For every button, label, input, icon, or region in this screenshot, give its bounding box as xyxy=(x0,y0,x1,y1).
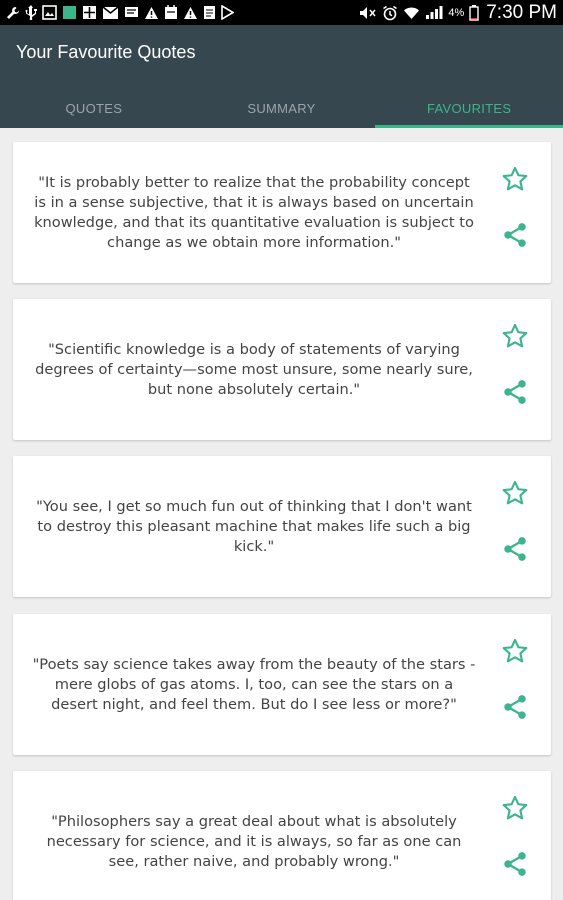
star-outline-icon xyxy=(502,795,528,820)
message-icon xyxy=(124,6,139,20)
warning-icon xyxy=(144,6,159,20)
wrench-icon xyxy=(6,6,20,20)
share-icon xyxy=(504,852,526,876)
tab-quotes[interactable]: QUOTES xyxy=(0,88,188,128)
quote-card: "Poets say science takes away from the b… xyxy=(13,614,551,755)
warning-icon xyxy=(183,6,198,20)
wifi-icon xyxy=(403,5,420,20)
quote-text: "Scientific knowledge is a body of state… xyxy=(35,340,473,398)
quote-text: "Philosophers say a great deal about wha… xyxy=(46,812,462,870)
star-outline-icon xyxy=(502,166,528,191)
tab-summary[interactable]: SUMMARY xyxy=(188,88,376,128)
favourite-button[interactable] xyxy=(497,790,533,826)
status-time: 7:30 PM xyxy=(486,1,557,23)
signal-icon xyxy=(425,5,443,20)
star-outline-icon xyxy=(502,323,528,348)
quote-card: "Philosophers say a great deal about wha… xyxy=(13,771,551,900)
quote-card: "You see, I get so much fun out of think… xyxy=(13,456,551,597)
app-notification-icon xyxy=(62,5,77,20)
usb-icon xyxy=(25,5,37,20)
star-outline-icon xyxy=(502,480,528,505)
play-store-icon xyxy=(221,5,234,20)
status-bar: 4% 7:30 PM xyxy=(0,0,563,25)
battery-percent: 4% xyxy=(448,6,465,19)
share-button[interactable] xyxy=(497,374,533,410)
calendar-icon xyxy=(164,5,178,20)
tab-favourites[interactable]: FAVOURITES xyxy=(375,88,563,128)
share-button[interactable] xyxy=(497,689,533,725)
alarm-icon xyxy=(382,5,398,21)
share-icon xyxy=(504,380,526,404)
mute-icon xyxy=(359,6,377,20)
tab-label: FAVOURITES xyxy=(426,100,512,116)
tab-label: SUMMARY xyxy=(247,100,316,116)
quote-text: "It is probably better to realize that t… xyxy=(34,173,474,251)
favourite-button[interactable] xyxy=(497,318,533,354)
quote-card: "It is probably better to realize that t… xyxy=(13,142,551,283)
share-button[interactable] xyxy=(497,846,533,882)
notification-icons xyxy=(6,5,234,20)
app-bar: Your Favourite Quotes QUOTES SUMMARY FAV… xyxy=(0,25,563,128)
star-outline-icon xyxy=(502,638,528,663)
favourite-button[interactable] xyxy=(497,161,533,197)
favourite-button[interactable] xyxy=(497,633,533,669)
document-icon xyxy=(203,5,216,20)
share-icon xyxy=(504,537,526,561)
battery-icon xyxy=(469,4,479,21)
tab-bar: QUOTES SUMMARY FAVOURITES xyxy=(0,88,563,128)
mail-icon xyxy=(102,5,119,20)
app-title: Your Favourite Quotes xyxy=(16,42,196,62)
system-icons: 4% 7:30 PM xyxy=(359,2,557,24)
quote-text: "You see, I get so much fun out of think… xyxy=(36,497,472,555)
share-button[interactable] xyxy=(497,531,533,567)
share-icon xyxy=(504,223,526,247)
share-icon xyxy=(504,695,526,719)
share-button[interactable] xyxy=(497,217,533,253)
favourite-button[interactable] xyxy=(497,475,533,511)
favourites-list[interactable]: "It is probably better to realize that t… xyxy=(0,128,563,900)
grid-icon xyxy=(82,5,97,20)
quote-card: "Scientific knowledge is a body of state… xyxy=(13,299,551,440)
quote-text: "Poets say science takes away from the b… xyxy=(32,655,476,713)
image-icon xyxy=(42,5,57,20)
tab-label: QUOTES xyxy=(65,100,123,116)
